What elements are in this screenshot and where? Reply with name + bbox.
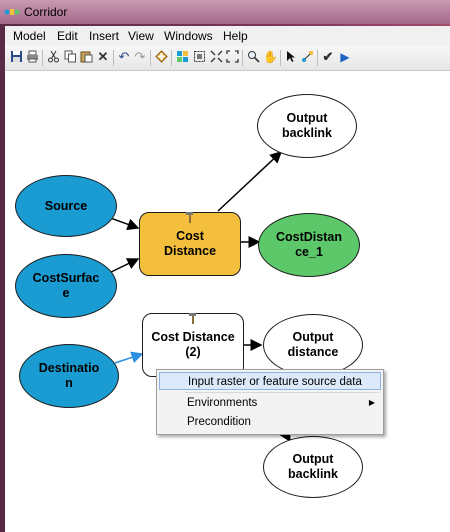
menu-model[interactable]: Model (13, 29, 46, 43)
menu-insert[interactable]: Insert (89, 29, 119, 43)
menu-bar: Model Edit Insert View Windows Help (5, 26, 450, 46)
redo-icon[interactable]: ↷ (133, 50, 147, 64)
node-label: CostSurface (32, 271, 100, 300)
costdistance-1-node[interactable]: CostDistance_1 (258, 213, 360, 277)
hammer-icon (186, 212, 193, 223)
undo-icon[interactable]: ↶ (117, 50, 131, 64)
auto-layout-icon[interactable] (175, 50, 189, 64)
menu-item-precondition[interactable]: Precondition (159, 413, 381, 431)
menu-help[interactable]: Help (223, 29, 248, 43)
menu-windows[interactable]: Windows (164, 29, 213, 43)
cost-distance-tool[interactable]: Cost Distance (139, 212, 241, 276)
toolbar-separator (317, 50, 318, 66)
toolbar-separator (171, 50, 172, 66)
node-label: Output distance (287, 330, 339, 359)
delete-icon[interactable]: ✕ (96, 50, 110, 64)
cost-distance-2-tool[interactable]: Cost Distance (2) (142, 313, 244, 377)
menu-view[interactable]: View (128, 29, 154, 43)
menu-item-label: Input raster or feature source data (188, 376, 362, 388)
connector-destination-to-tool2[interactable] (114, 351, 144, 364)
cut-icon[interactable] (46, 50, 60, 64)
menu-separator (185, 392, 379, 393)
copy-icon[interactable] (63, 50, 77, 64)
toolbar-separator (42, 50, 43, 66)
node-label: Cost Distance (2) (151, 330, 235, 359)
menu-edit[interactable]: Edit (57, 29, 78, 43)
node-label: Output backlink (281, 111, 333, 140)
menu-item-input-raster[interactable]: Input raster or feature source data (159, 372, 381, 390)
title-bar[interactable]: Corridor (0, 0, 450, 24)
output-backlink-2-node[interactable]: Output backlink (263, 436, 363, 498)
submenu-arrow-icon: ▶ (368, 398, 375, 407)
node-label: Cost Distance (163, 229, 217, 258)
source-node[interactable]: Source (15, 175, 117, 237)
toolbar-separator (242, 50, 243, 66)
run-icon[interactable]: ▶ (338, 50, 352, 64)
full-extent-icon[interactable] (225, 50, 239, 64)
fit-icon[interactable] (209, 50, 223, 64)
context-menu: Input raster or feature source data Envi… (156, 369, 384, 435)
window-title: Corridor (24, 5, 68, 19)
print-icon[interactable] (25, 50, 39, 64)
save-icon[interactable] (9, 50, 23, 64)
toolbar-separator (150, 50, 151, 66)
destination-node[interactable]: Destination (19, 344, 119, 408)
node-label: Destination (38, 361, 100, 390)
menu-item-label: Environments (187, 397, 258, 409)
connector-tool-to-backlink[interactable] (217, 150, 283, 212)
add-data-icon[interactable] (154, 50, 168, 64)
paste-icon[interactable] (79, 50, 93, 64)
output-distance-node[interactable]: Output distance (263, 314, 363, 376)
model-icon (4, 9, 20, 15)
node-label: CostDistance_1 (276, 230, 342, 259)
zoom-icon[interactable] (246, 50, 260, 64)
toolbar-separator (113, 50, 114, 66)
hammer-icon (189, 313, 196, 324)
node-label: Output backlink (287, 452, 339, 481)
connect-icon[interactable] (300, 50, 314, 64)
validate-icon[interactable]: ✔ (321, 50, 335, 64)
toolbar-separator (280, 50, 281, 66)
menu-item-label: Precondition (187, 416, 251, 428)
node-label: Source (44, 198, 88, 213)
menu-item-environments[interactable]: Environments ▶ (159, 394, 381, 412)
pan-icon[interactable]: ✋ (263, 50, 278, 64)
select-icon[interactable] (284, 50, 298, 64)
output-backlink-node[interactable]: Output backlink (257, 94, 357, 158)
select-all-icon[interactable] (192, 50, 206, 64)
costsurface-node[interactable]: CostSurface (15, 254, 117, 318)
toolbar: ✕ ↶ ↷ ✋ ✔ ▶ (5, 46, 450, 71)
